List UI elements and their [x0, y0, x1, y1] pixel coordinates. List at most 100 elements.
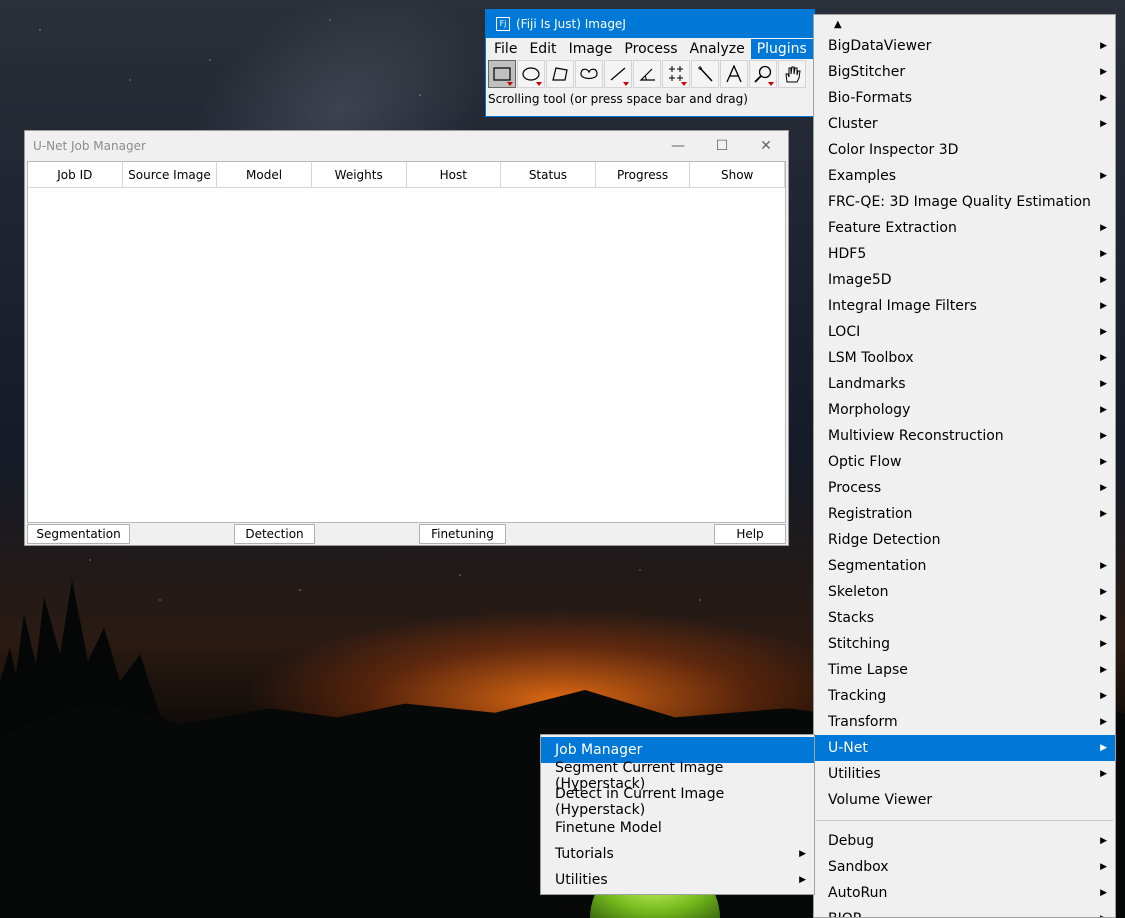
plugins-menu-item-stacks[interactable]: Stacks ▶ [814, 605, 1115, 631]
close-icon[interactable]: ✕ [744, 138, 788, 154]
column-header-show[interactable]: Show [690, 162, 785, 187]
plugins-menu-item-skeleton[interactable]: Skeleton ▶ [814, 579, 1115, 605]
wand-tool-button[interactable] [691, 60, 719, 88]
submenu-arrow-icon: ▶ [1100, 587, 1107, 597]
submenu-arrow-icon: ▶ [1100, 914, 1107, 917]
freehand-tool-button[interactable] [575, 60, 603, 88]
scroll-up-icon[interactable]: ▲ [814, 15, 1115, 33]
job-manager-button-bar: Segmentation Detection Finetuning Help [27, 524, 786, 544]
angle-tool-button[interactable] [633, 60, 661, 88]
plugins-menu-item-color-inspector-3d[interactable]: Color Inspector 3D [814, 137, 1115, 163]
submenu-arrow-icon: ▶ [1100, 301, 1107, 311]
menu-file[interactable]: File [488, 39, 523, 59]
column-header-model[interactable]: Model [217, 162, 312, 187]
unet-menu-item-finetune-model[interactable]: Finetune Model [541, 815, 814, 841]
hand-tool-button[interactable] [778, 60, 806, 88]
plugins-menu-item-multiview-reconstruction[interactable]: Multiview Reconstruction ▶ [814, 423, 1115, 449]
text-tool-button[interactable] [720, 60, 748, 88]
plugins-menu-item-frc-qe-3d-image-quality-estimation[interactable]: FRC-QE: 3D Image Quality Estimation [814, 189, 1115, 215]
submenu-arrow-icon: ▶ [1100, 405, 1107, 415]
oval-icon [522, 67, 540, 81]
column-header-status[interactable]: Status [501, 162, 596, 187]
maximize-icon[interactable]: ☐ [700, 138, 744, 154]
menu-item-label: Bio-Formats [828, 90, 912, 106]
menu-process[interactable]: Process [618, 39, 683, 59]
multipoint-icon [669, 66, 683, 81]
menu-item-label: Image5D [828, 272, 892, 288]
point-tool-button[interactable] [662, 60, 690, 88]
column-header-job-id[interactable]: Job ID [28, 162, 123, 187]
plugins-menu-item-bio-formats[interactable]: Bio-Formats ▶ [814, 85, 1115, 111]
menu-item-label: U-Net [828, 740, 868, 756]
polygon-tool-button[interactable] [546, 60, 574, 88]
imagej-titlebar[interactable]: Fj (Fiji Is Just) ImageJ [486, 10, 814, 38]
plugins-menu-item-registration[interactable]: Registration ▶ [814, 501, 1115, 527]
submenu-arrow-icon: ▶ [1100, 836, 1107, 846]
minimize-icon[interactable]: — [656, 138, 700, 154]
plugins-menu-item-landmarks[interactable]: Landmarks ▶ [814, 371, 1115, 397]
plugins-menu-item-segmentation[interactable]: Segmentation ▶ [814, 553, 1115, 579]
menu-item-label: Detect in Current Image (Hyperstack) [555, 786, 725, 818]
plugins-menu-item-volume-viewer[interactable]: Volume Viewer [814, 787, 1115, 813]
menu-edit[interactable]: Edit [523, 39, 562, 59]
column-header-progress[interactable]: Progress [596, 162, 691, 187]
plugins-menu-item-biop[interactable]: BIOP ▶ [814, 906, 1115, 917]
plugins-menu-item-feature-extraction[interactable]: Feature Extraction ▶ [814, 215, 1115, 241]
plugins-menu-item-loci[interactable]: LOCI ▶ [814, 319, 1115, 345]
plugins-menu-item-transform[interactable]: Transform ▶ [814, 709, 1115, 735]
plugins-menu-item-sandbox[interactable]: Sandbox ▶ [814, 854, 1115, 880]
menu-plugins[interactable]: Plugins [750, 39, 813, 59]
submenu-arrow-icon: ▶ [799, 875, 806, 885]
dropdown-marker-icon [623, 82, 629, 86]
plugins-menu-item-time-lapse[interactable]: Time Lapse ▶ [814, 657, 1115, 683]
help-button[interactable]: Help [714, 524, 786, 544]
plugins-menu-item-bigstitcher[interactable]: BigStitcher ▶ [814, 59, 1115, 85]
menu-separator [816, 820, 1113, 821]
submenu-arrow-icon: ▶ [1100, 431, 1107, 441]
rectangle-tool-button[interactable] [488, 60, 516, 88]
menu-item-label: Time Lapse [828, 662, 908, 678]
finetuning-button[interactable]: Finetuning [419, 524, 506, 544]
menu-item-label: Feature Extraction [828, 220, 957, 236]
plugins-menu-item-morphology[interactable]: Morphology ▶ [814, 397, 1115, 423]
plugins-menu-item-examples[interactable]: Examples ▶ [814, 163, 1115, 189]
angle-icon [639, 68, 655, 81]
submenu-arrow-icon: ▶ [1100, 743, 1107, 753]
menu-analyze[interactable]: Analyze [684, 39, 751, 59]
column-header-weights[interactable]: Weights [312, 162, 407, 187]
unet-menu-item-utilities[interactable]: Utilities ▶ [541, 867, 814, 893]
unet-menu-item-tutorials[interactable]: Tutorials ▶ [541, 841, 814, 867]
plugins-menu-item-ridge-detection[interactable]: Ridge Detection [814, 527, 1115, 553]
segmentation-button[interactable]: Segmentation [27, 524, 130, 544]
plugins-menu-item-lsm-toolbox[interactable]: LSM Toolbox ▶ [814, 345, 1115, 371]
jobs-table[interactable]: Job ID Source Image Model Weights Host S… [27, 161, 786, 523]
plugins-menu-item-cluster[interactable]: Cluster ▶ [814, 111, 1115, 137]
unet-menu-item-detect-in-current-image-hyperstack[interactable]: Detect in Current Image (Hyperstack) [541, 786, 814, 818]
job-manager-titlebar[interactable]: U-Net Job Manager — ☐ ✕ [25, 131, 788, 161]
column-header-source-image[interactable]: Source Image [123, 162, 218, 187]
line-tool-button[interactable] [604, 60, 632, 88]
hand-icon [785, 66, 801, 83]
submenu-arrow-icon: ▶ [1100, 613, 1107, 623]
plugins-menu-item-hdf5[interactable]: HDF5 ▶ [814, 241, 1115, 267]
submenu-arrow-icon: ▶ [1100, 561, 1107, 571]
zoom-tool-button[interactable] [749, 60, 777, 88]
oval-tool-button[interactable] [517, 60, 545, 88]
plugins-menu-item-stitching[interactable]: Stitching ▶ [814, 631, 1115, 657]
plugins-menu-item-process[interactable]: Process ▶ [814, 475, 1115, 501]
plugins-menu-item-integral-image-filters[interactable]: Integral Image Filters ▶ [814, 293, 1115, 319]
submenu-arrow-icon: ▶ [1100, 691, 1107, 701]
menu-item-label: Debug [828, 833, 875, 849]
plugins-menu-item-debug[interactable]: Debug ▶ [814, 828, 1115, 854]
plugins-menu-item-bigdataviewer[interactable]: BigDataViewer ▶ [814, 33, 1115, 59]
plugins-menu-item-image5d[interactable]: Image5D ▶ [814, 267, 1115, 293]
plugins-menu-item-autorun[interactable]: AutoRun ▶ [814, 880, 1115, 906]
plugins-menu-item-optic-flow[interactable]: Optic Flow ▶ [814, 449, 1115, 475]
menu-image[interactable]: Image [563, 39, 619, 59]
detection-button[interactable]: Detection [234, 524, 315, 544]
menu-item-label: Morphology [828, 402, 911, 418]
plugins-menu-item-u-net[interactable]: U-Net ▶ [814, 735, 1115, 761]
column-header-host[interactable]: Host [407, 162, 502, 187]
plugins-menu-item-utilities[interactable]: Utilities ▶ [814, 761, 1115, 787]
plugins-menu-item-tracking[interactable]: Tracking ▶ [814, 683, 1115, 709]
